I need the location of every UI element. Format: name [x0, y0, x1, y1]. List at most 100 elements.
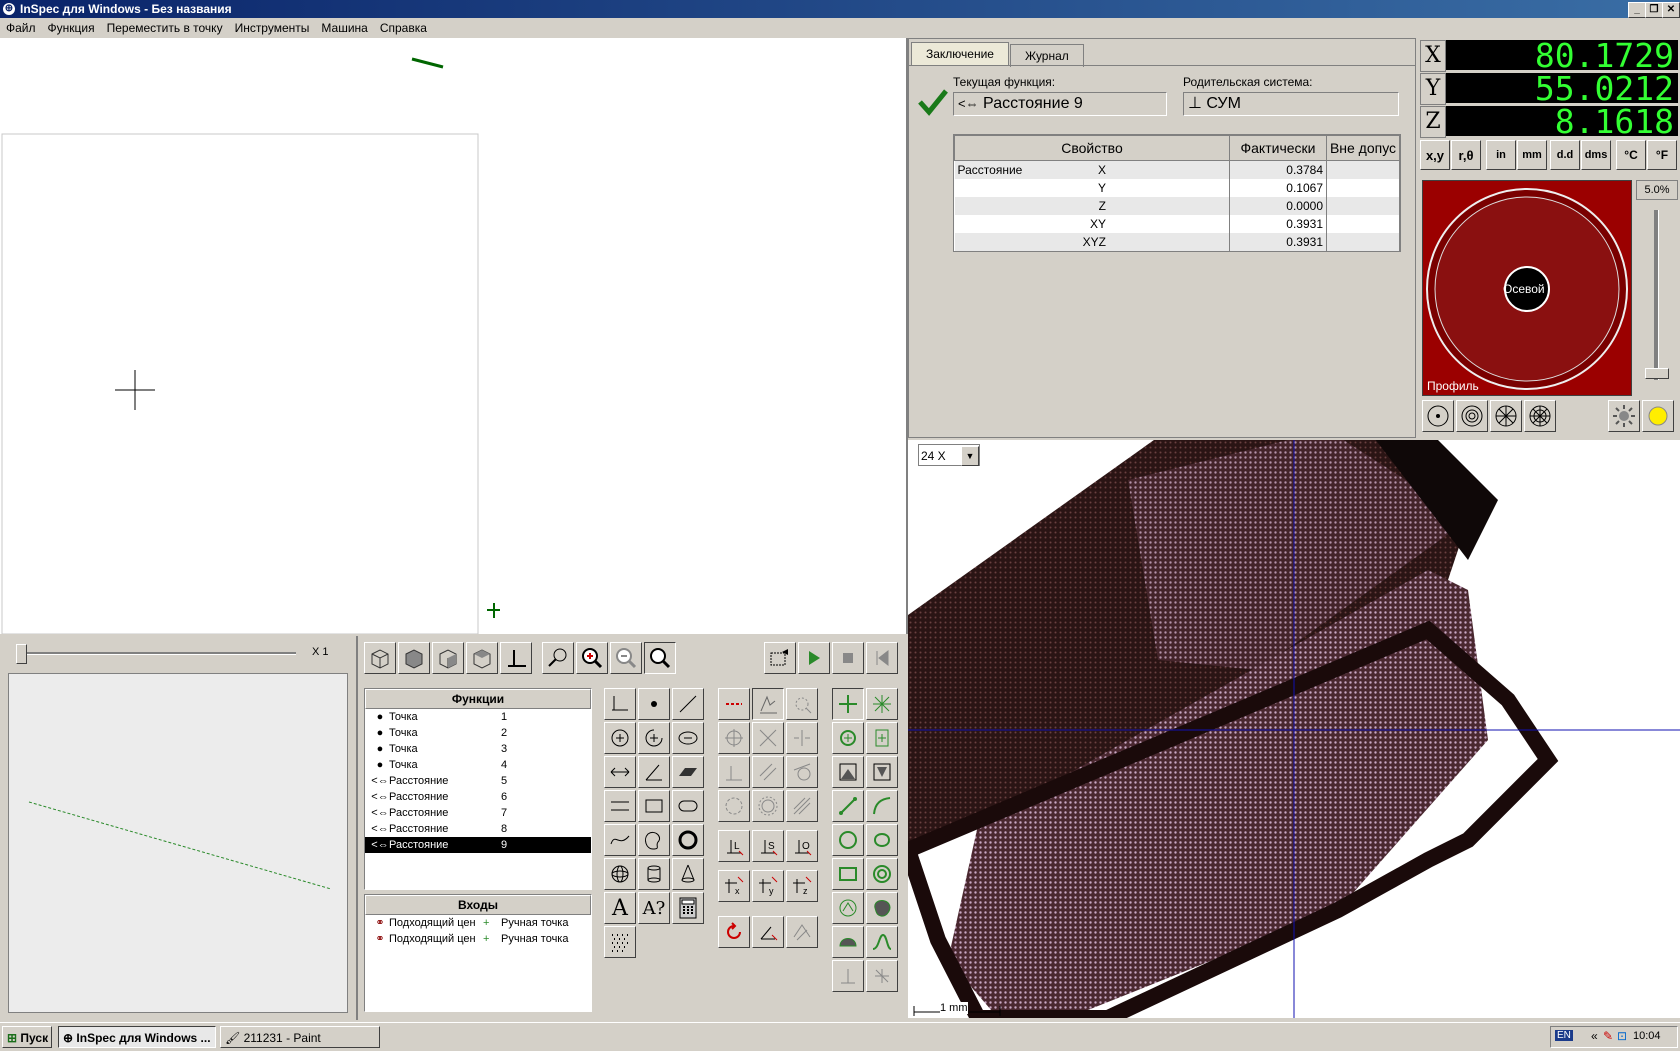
contour-probe-button[interactable] — [866, 824, 898, 856]
gear-feature-button[interactable] — [752, 790, 784, 822]
focus-area-button[interactable] — [866, 756, 898, 788]
zoom-in-button[interactable] — [576, 642, 608, 674]
zoom-slider-thumb[interactable] — [16, 644, 27, 664]
rect-probe-button[interactable] — [832, 858, 864, 890]
datum-o-button[interactable]: O — [786, 830, 818, 862]
dotted-line-button[interactable] — [718, 688, 750, 720]
zero-z-button[interactable]: z — [786, 870, 818, 902]
line-button[interactable] — [672, 688, 704, 720]
dro-z-value[interactable]: 8.1618 — [1446, 105, 1678, 138]
edge-detect-button[interactable] — [866, 688, 898, 720]
camera-zoom-select[interactable]: 24 X ▼ — [918, 444, 980, 466]
list-item[interactable]: ● Точка 2 — [365, 725, 591, 741]
minimize-button[interactable]: _ — [1628, 2, 1646, 18]
decimal-degrees-button[interactable]: d.d — [1550, 140, 1580, 170]
cartesian-button[interactable]: x,y — [1420, 140, 1450, 170]
angle-button[interactable] — [638, 756, 670, 788]
cad-line-feature[interactable] — [411, 57, 444, 69]
dro-y-value[interactable]: 55.0212 — [1446, 72, 1678, 105]
zoom-out-button[interactable] — [610, 642, 642, 674]
origin-move-button[interactable] — [832, 960, 864, 992]
light-ring1-button[interactable] — [1422, 400, 1454, 432]
table-row[interactable]: XYZ 0.3931 — [954, 233, 1400, 251]
plane-button[interactable] — [672, 756, 704, 788]
blob-button[interactable] — [638, 824, 670, 856]
maximize-button[interactable]: ❐ — [1645, 2, 1663, 18]
zoom-slider-track[interactable] — [18, 652, 296, 655]
circle-button[interactable] — [604, 722, 636, 754]
light-slider-thumb[interactable] — [1645, 368, 1669, 379]
table-row[interactable]: Y 0.1067 — [954, 179, 1400, 197]
dro-x-axis-label[interactable]: X — [1420, 40, 1446, 72]
camera-image[interactable] — [908, 440, 1680, 1018]
auto-edge-button[interactable] — [786, 688, 818, 720]
transform-button[interactable] — [786, 916, 818, 948]
record-button[interactable] — [764, 642, 796, 674]
width-button[interactable] — [604, 790, 636, 822]
celsius-button[interactable]: °C — [1616, 140, 1646, 170]
blob-analysis-button[interactable] — [832, 926, 864, 958]
inch-button[interactable]: in — [1486, 140, 1516, 170]
blob-probe-button[interactable] — [866, 892, 898, 924]
task-inspec[interactable]: ⊕ InSpec для Windows ... — [58, 1026, 216, 1048]
circle-target-button[interactable] — [832, 722, 864, 754]
rotate-button[interactable] — [718, 916, 750, 948]
menu-machine[interactable]: Машина — [315, 18, 373, 38]
ring-light-control[interactable]: Осевой Профиль — [1422, 180, 1632, 396]
menu-help[interactable]: Справка — [374, 18, 433, 38]
intersect-button[interactable] — [752, 722, 784, 754]
menu-function[interactable]: Функция — [42, 18, 101, 38]
view-side-button[interactable] — [432, 642, 464, 674]
slot-button[interactable] — [672, 790, 704, 822]
clear-points-button[interactable] — [866, 960, 898, 992]
profile-view[interactable] — [8, 673, 348, 1013]
box-target-button[interactable] — [866, 722, 898, 754]
list-item-selected[interactable]: <⇔ Расстояние 9 — [365, 837, 591, 853]
crosshair-target-button[interactable] — [832, 688, 864, 720]
perpendicular-button[interactable] — [718, 756, 750, 788]
chevron-down-icon[interactable]: ▼ — [961, 446, 979, 466]
zoom-fit-button[interactable] — [644, 642, 676, 674]
text-button[interactable]: A — [604, 892, 636, 924]
list-item[interactable]: <⇔ Расстояние 7 — [365, 805, 591, 821]
datum-l-button[interactable]: L — [718, 830, 750, 862]
zero-x-button[interactable]: x — [718, 870, 750, 902]
curve-button[interactable] — [604, 824, 636, 856]
rectangle-button[interactable] — [638, 790, 670, 822]
light-ring2-button[interactable] — [1456, 400, 1488, 432]
list-item[interactable]: ⚭ Подходящий цен + Ручная точка — [365, 915, 591, 931]
polar-button[interactable]: r,θ — [1451, 140, 1481, 170]
construct-center-button[interactable] — [718, 722, 750, 754]
cone-button[interactable] — [672, 858, 704, 890]
list-item[interactable]: ● Точка 1 — [365, 709, 591, 725]
stop-button[interactable] — [832, 642, 864, 674]
axial-light-label[interactable]: Осевой — [1503, 282, 1545, 296]
arc-probe-button[interactable] — [866, 790, 898, 822]
align-z-button[interactable] — [752, 916, 784, 948]
focus-z-button[interactable] — [832, 756, 864, 788]
list-item[interactable]: ⚭ Подходящий цен + Ручная точка — [365, 931, 591, 947]
datum-s-button[interactable]: S — [752, 830, 784, 862]
light-slider-track[interactable] — [1654, 210, 1659, 380]
circle-probe-button[interactable] — [832, 824, 864, 856]
light-on-button[interactable] — [1642, 400, 1674, 432]
profile-light-label[interactable]: Профиль — [1427, 379, 1479, 393]
language-indicator[interactable]: EN — [1555, 1030, 1573, 1041]
tab-log[interactable]: Журнал — [1010, 44, 1084, 67]
curve-probe-button[interactable] — [866, 926, 898, 958]
tab-report[interactable]: Заключение — [911, 42, 1009, 66]
view-axis-button[interactable] — [500, 642, 532, 674]
fahrenheit-button[interactable]: °F — [1647, 140, 1677, 170]
list-item[interactable]: ● Точка 4 — [365, 757, 591, 773]
task-paint[interactable]: 🖌 211231 - Paint — [220, 1026, 380, 1048]
list-item[interactable]: ● Точка 3 — [365, 741, 591, 757]
view-front-button[interactable] — [398, 642, 430, 674]
view-top-button[interactable] — [466, 642, 498, 674]
col-property[interactable]: Свойство — [954, 135, 1230, 161]
menu-tools[interactable]: Инструменты — [229, 18, 316, 38]
table-row[interactable]: Z 0.0000 — [954, 197, 1400, 215]
list-item[interactable]: <⇔ Расстояние 5 — [365, 773, 591, 789]
menu-file[interactable]: Файл — [0, 18, 42, 38]
ellipse-button[interactable] — [672, 722, 704, 754]
col-actual[interactable]: Фактически — [1229, 135, 1327, 161]
